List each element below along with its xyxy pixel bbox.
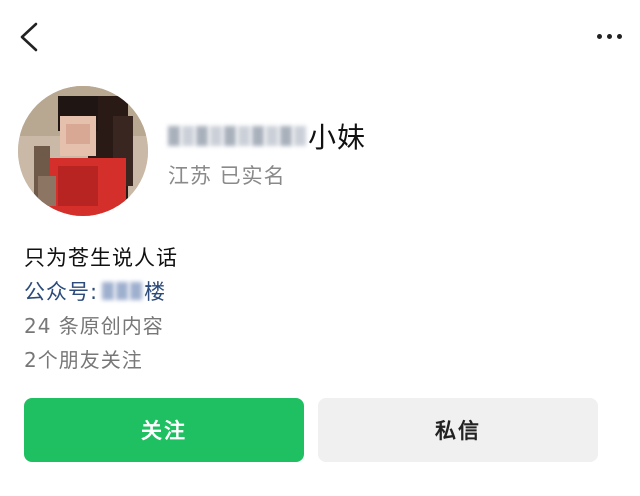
original-content-count[interactable]: 24 条原创内容 xyxy=(24,310,164,339)
avatar[interactable] xyxy=(18,86,148,216)
follow-button[interactable]: 关注 xyxy=(24,398,304,462)
official-account-redacted-blur xyxy=(102,282,143,300)
official-account-label: 公众号: xyxy=(24,280,99,304)
more-dots-icon xyxy=(596,33,602,39)
name-redacted-blur xyxy=(168,126,306,146)
friends-following-count[interactable]: 2个朋友关注 xyxy=(24,344,143,373)
profile-bio: 只为苍生说人话 xyxy=(24,246,178,270)
message-button[interactable]: 私信 xyxy=(318,398,598,462)
more-options-button[interactable] xyxy=(592,24,626,48)
official-account-name: 楼 xyxy=(144,280,167,304)
profile-name: 小妹 xyxy=(168,116,366,156)
avatar-image xyxy=(18,86,148,216)
back-arrow-icon xyxy=(20,22,38,52)
official-account-link[interactable]: 公众号: 楼 xyxy=(24,276,166,306)
location-verified-label: 江苏 已实名 xyxy=(168,164,286,188)
profile-name-text: 小妹 xyxy=(308,121,367,154)
back-button[interactable] xyxy=(14,20,44,54)
